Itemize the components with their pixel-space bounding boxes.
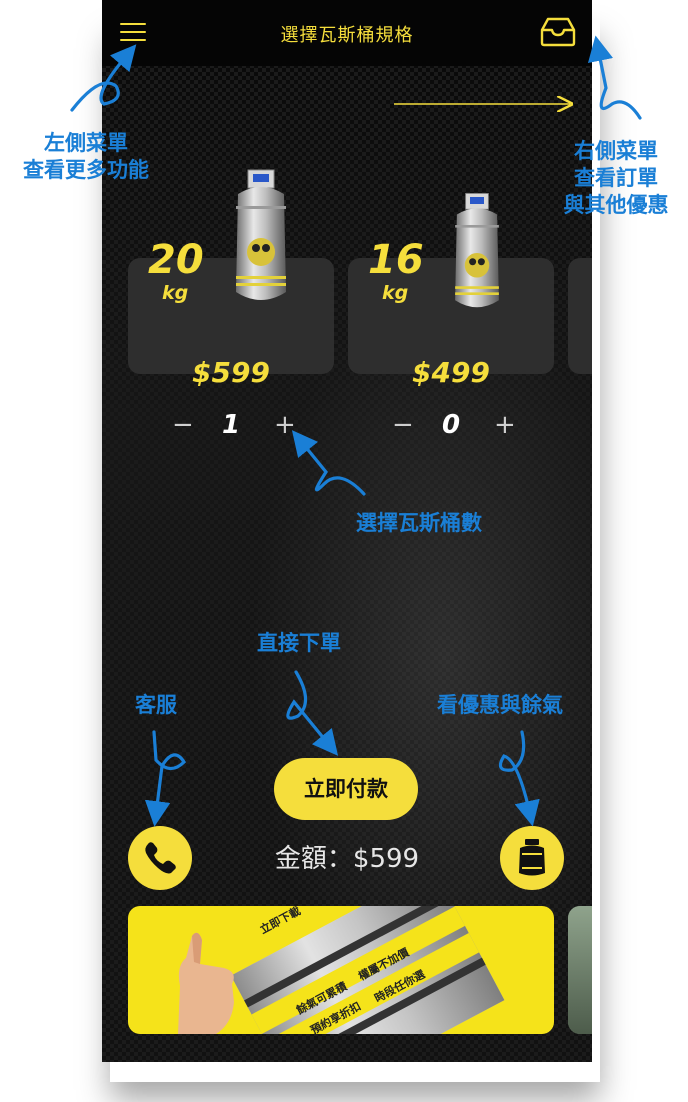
product-price: $499 — [412, 356, 490, 389]
promo-banner-partial[interactable] — [568, 906, 592, 1034]
gas-tank-image — [455, 193, 499, 308]
annotation-left-menu: 左側菜單 查看更多功能 — [23, 131, 149, 182]
annotation-customer-service: 客服 — [135, 693, 177, 717]
phone-icon — [145, 842, 176, 874]
page-title: 選擇瓦斯桶規格 — [280, 25, 414, 46]
customer-service-button[interactable] — [128, 826, 192, 890]
annotation-right-menu: 右側菜單 查看訂單 與其他優惠 — [563, 139, 669, 217]
increment-button[interactable]: + — [274, 408, 296, 442]
increment-button[interactable]: + — [494, 408, 516, 442]
quantity-stepper-20kg: − 1 + — [128, 408, 334, 442]
banner-image — [568, 906, 592, 1034]
inbox-button[interactable] — [538, 16, 578, 48]
top-bar: 選擇瓦斯桶規格 — [102, 0, 592, 66]
product-weight: 20 — [148, 237, 204, 283]
gas-tank-image — [236, 169, 286, 300]
annotation-discounts-gas: 看優惠與餘氣 — [437, 693, 563, 717]
inbox-icon — [540, 17, 576, 47]
gas-tank-icon — [519, 839, 545, 876]
annotation-order-now: 直接下單 — [257, 631, 341, 655]
annotation-select-quantity: 選擇瓦斯桶數 — [356, 511, 482, 535]
quantity-stepper-16kg: − 0 + — [348, 408, 554, 442]
gas-balance-button[interactable] — [500, 826, 564, 890]
product-unit: kg — [382, 282, 409, 304]
product-weight: 16 — [368, 237, 424, 283]
product-price: $599 — [192, 356, 270, 389]
total-amount: 金額：$599 — [274, 844, 420, 874]
product-card-partial[interactable] — [568, 258, 592, 374]
promo-banner[interactable]: 立即下載 餘氣可累積 權屬不加價 預約享折扣 時段任你選 — [128, 906, 554, 1034]
quantity-value: 1 — [221, 410, 241, 440]
product-unit: kg — [162, 282, 189, 304]
quantity-value: 0 — [441, 410, 461, 440]
pay-now-button[interactable]: 立即付款 — [274, 758, 418, 820]
